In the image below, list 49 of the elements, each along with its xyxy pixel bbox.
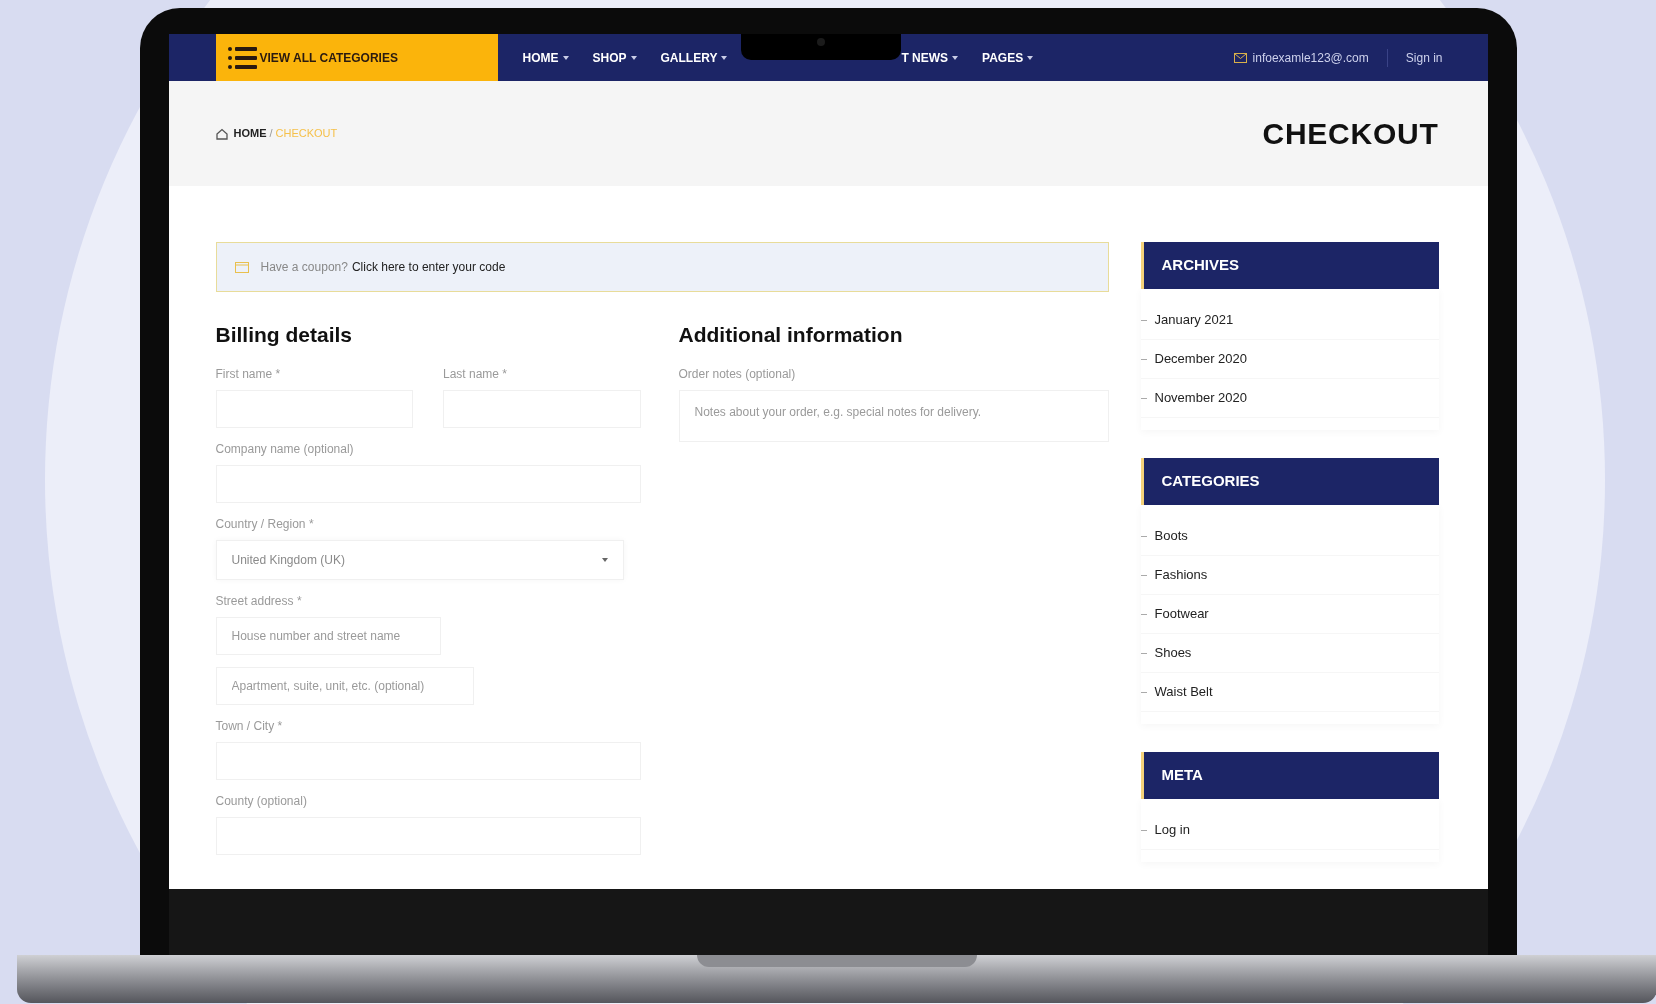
field-label: Country / Region *	[215, 515, 315, 533]
categories-menu-button[interactable]: VIEW ALL CATEGORIES	[215, 34, 498, 81]
widget-link[interactable]: Fashions	[1154, 565, 1208, 585]
nav-link[interactable]: GALLERY	[660, 48, 728, 67]
widget-link[interactable]: Log in	[1154, 820, 1190, 840]
widget-link[interactable]: Footwear	[1154, 604, 1209, 624]
home-icon	[215, 127, 228, 140]
widget-link[interactable]: Shoes	[1154, 643, 1192, 663]
breadcrumb-separator: /	[269, 126, 273, 142]
field-label: Street address *	[215, 592, 303, 610]
widget-heading: ARCHIVES	[1140, 242, 1439, 289]
field-label: County (optional)	[215, 792, 308, 810]
field-label: Order notes (optional)	[678, 365, 797, 383]
caret-icon	[721, 55, 728, 60]
input-field[interactable]: Apartment, suite, unit, etc. (optional)	[215, 666, 474, 705]
caret-icon	[1027, 55, 1034, 60]
nav-link[interactable]: SHOP	[592, 48, 637, 67]
page-title: CHECKOUT	[1262, 116, 1439, 152]
field-label: Company name (optional)	[215, 440, 355, 458]
order-notes-field[interactable]: Notes about your order, e.g. special notes for delivery.	[678, 389, 1109, 442]
caret-icon	[601, 557, 608, 562]
additional-heading: Additional information	[678, 322, 904, 348]
coupon-text: Have a coupon?	[260, 259, 348, 276]
nav-link[interactable]: PAGES	[982, 48, 1034, 67]
widget-link[interactable]: December 2020	[1154, 349, 1247, 369]
widget-heading: CATEGORIES	[1140, 458, 1439, 505]
input-field[interactable]: House number and street name	[215, 616, 441, 655]
widget-link[interactable]: Boots	[1154, 526, 1188, 546]
field-label: Town / City *	[215, 717, 284, 735]
billing-heading: Billing details	[215, 322, 354, 348]
caret-icon	[630, 55, 637, 60]
sign-in-link[interactable]: Sign in	[1405, 48, 1443, 67]
caret-icon	[952, 55, 959, 60]
widget-link[interactable]: Waist Belt	[1154, 682, 1213, 702]
coupon-link[interactable]: Click here to enter your code	[351, 258, 506, 276]
widget-heading: META	[1140, 752, 1439, 799]
caret-icon	[562, 55, 569, 60]
field-label: Last name *	[443, 365, 509, 383]
breadcrumb-link[interactable]: HOME	[233, 125, 267, 142]
nav-link[interactable]: HOME	[522, 48, 569, 67]
widget-link[interactable]: November 2020	[1154, 388, 1247, 408]
menu-icon	[227, 45, 258, 70]
widget-link[interactable]: January 2021	[1154, 310, 1234, 330]
coupon-icon	[234, 261, 249, 273]
country-select[interactable]: United Kingdom (UK)	[215, 539, 624, 580]
nav-link[interactable]: T NEWS	[901, 48, 959, 67]
field-label: First name *	[215, 365, 282, 383]
mail-icon	[1233, 52, 1247, 63]
email-link[interactable]: infoexamle123@.com	[1252, 48, 1369, 67]
